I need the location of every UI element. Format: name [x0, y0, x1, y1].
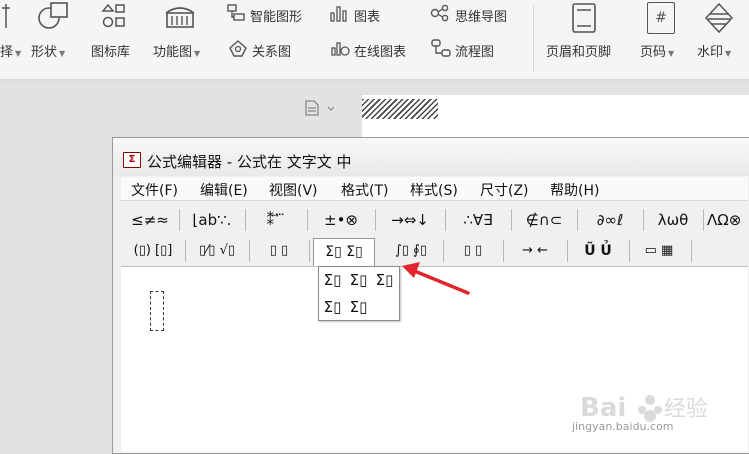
baidu-watermark-logo: Bai 经验 [580, 393, 708, 423]
svg-text:Bai: Bai [580, 393, 626, 423]
watermark-url: jingyan.baidu.com [572, 420, 674, 433]
svg-text:经验: 经验 [664, 397, 708, 422]
